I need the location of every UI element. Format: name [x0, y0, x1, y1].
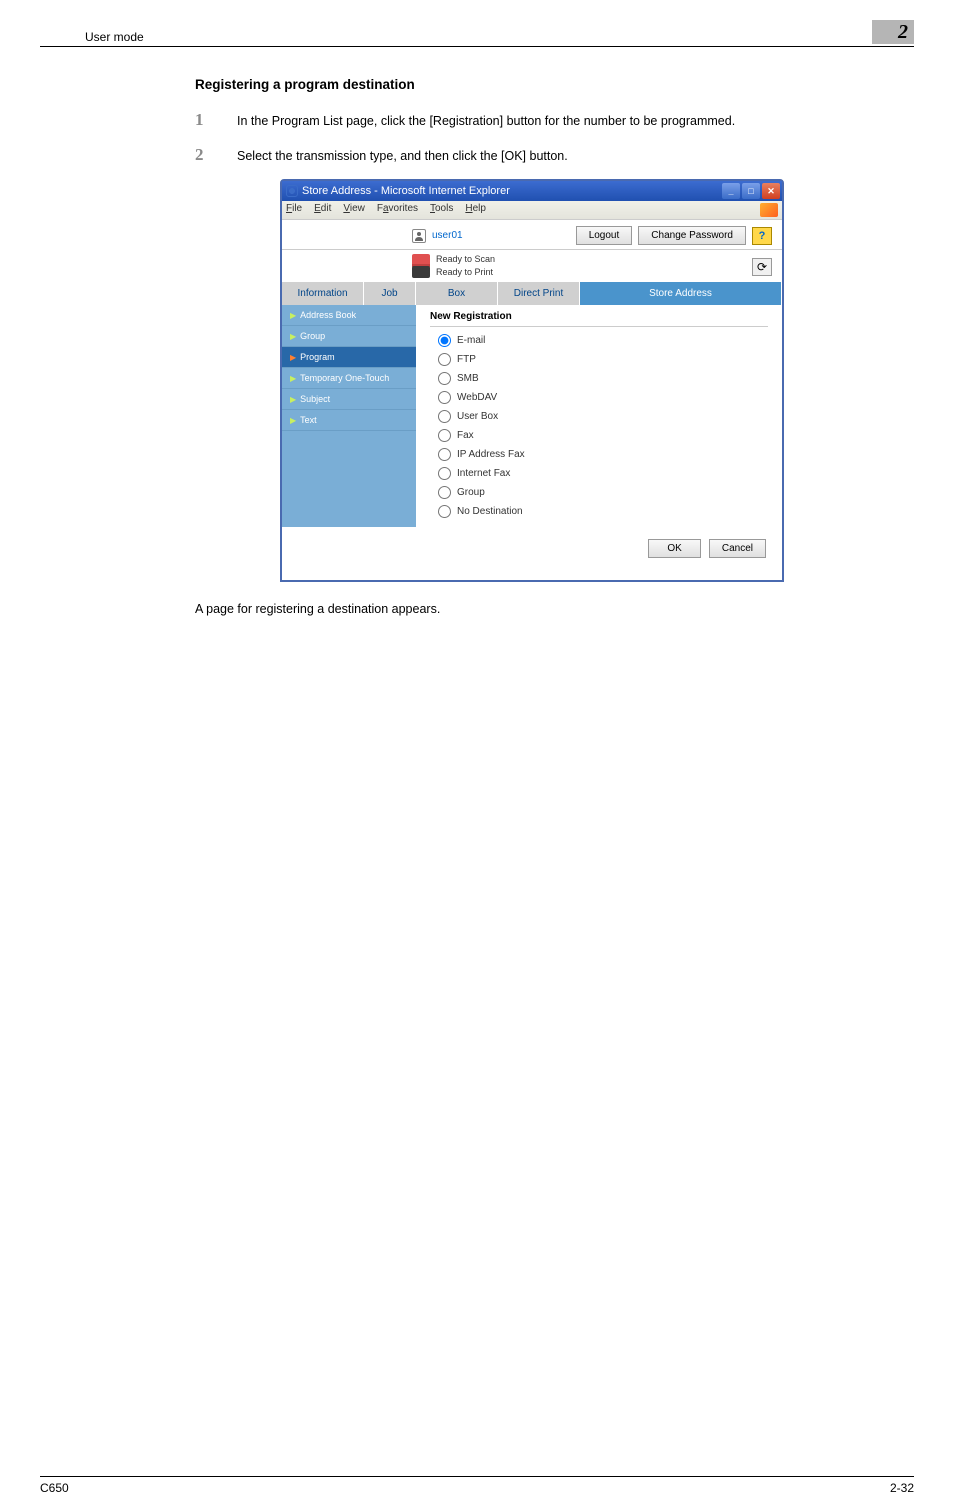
- printer-icon: [412, 266, 430, 278]
- chevron-right-icon: ▶: [290, 374, 296, 383]
- tab-box[interactable]: Box: [416, 282, 498, 305]
- radio-label: SMB: [457, 373, 479, 384]
- window-titlebar: Store Address - Microsoft Internet Explo…: [282, 181, 782, 201]
- result-text: A page for registering a destination app…: [195, 602, 869, 616]
- sidebar-item-label: Address Book: [300, 310, 356, 320]
- user-icon: [412, 229, 426, 243]
- sidebar-item-group[interactable]: ▶ Group: [282, 326, 416, 347]
- scanner-icon: [412, 254, 430, 264]
- minimize-button[interactable]: _: [722, 183, 740, 199]
- sidebar: ▶ Address Book ▶ Group ▶ Program ▶ Temporary…: [282, 305, 416, 527]
- radio-email[interactable]: E-mail: [430, 331, 768, 350]
- radio-label: No Destination: [457, 506, 523, 517]
- radio-internet-fax[interactable]: Internet Fax: [430, 464, 768, 483]
- sidebar-item-address-book[interactable]: ▶ Address Book: [282, 305, 416, 326]
- radio-label: Group: [457, 487, 485, 498]
- close-button[interactable]: ✕: [762, 183, 780, 199]
- step-text: In the Program List page, click the [Reg…: [237, 110, 735, 131]
- menu-favorites[interactable]: Favorites: [377, 203, 418, 217]
- radio-group[interactable]: Group: [430, 483, 768, 502]
- footer-page-number: 2-32: [890, 1481, 914, 1495]
- radio-label: User Box: [457, 411, 498, 422]
- chevron-right-icon: ▶: [290, 311, 296, 320]
- cancel-button[interactable]: Cancel: [709, 539, 766, 558]
- footer-model: C650: [40, 1481, 69, 1495]
- ie-icon: [286, 185, 298, 197]
- tab-job[interactable]: Job: [364, 282, 416, 305]
- menu-edit[interactable]: Edit: [314, 203, 331, 217]
- form-title: New Registration: [430, 311, 768, 327]
- status-print: Ready to Print: [436, 267, 493, 277]
- logout-button[interactable]: Logout: [576, 226, 633, 245]
- menu-file[interactable]: File: [286, 203, 302, 217]
- sidebar-item-label: Group: [300, 331, 325, 341]
- radio-ftp[interactable]: FTP: [430, 350, 768, 369]
- refresh-icon[interactable]: ⟳: [752, 258, 772, 276]
- radio-webdav[interactable]: WebDAV: [430, 388, 768, 407]
- sidebar-item-label: Text: [300, 415, 317, 425]
- tab-information[interactable]: Information: [282, 282, 364, 305]
- chevron-right-icon: ▶: [290, 395, 296, 404]
- tab-direct-print[interactable]: Direct Print: [498, 282, 580, 305]
- radio-userbox[interactable]: User Box: [430, 407, 768, 426]
- sidebar-item-text[interactable]: ▶ Text: [282, 410, 416, 431]
- step-number: 1: [195, 110, 237, 131]
- chevron-right-icon: ▶: [290, 332, 296, 341]
- sidebar-item-label: Subject: [300, 394, 330, 404]
- menu-help[interactable]: Help: [465, 203, 486, 217]
- user-name: user01: [432, 230, 463, 241]
- sidebar-item-program[interactable]: ▶ Program: [282, 347, 416, 368]
- ok-button[interactable]: OK: [648, 539, 700, 558]
- step-number: 2: [195, 145, 237, 166]
- radio-label: IP Address Fax: [457, 449, 525, 460]
- radio-fax[interactable]: Fax: [430, 426, 768, 445]
- chapter-number: 2: [872, 20, 914, 44]
- step-text: Select the transmission type, and then c…: [237, 145, 568, 166]
- sidebar-item-label: Temporary One-Touch: [300, 373, 389, 383]
- running-head: User mode: [40, 30, 144, 44]
- sidebar-item-temporary-one-touch[interactable]: ▶ Temporary One-Touch: [282, 368, 416, 389]
- radio-ip-address-fax[interactable]: IP Address Fax: [430, 445, 768, 464]
- section-heading: Registering a program destination: [195, 77, 869, 92]
- help-icon[interactable]: ?: [752, 227, 772, 245]
- chevron-right-icon: ▶: [290, 416, 296, 425]
- radio-no-destination[interactable]: No Destination: [430, 502, 768, 521]
- windows-logo-icon: [760, 203, 778, 217]
- chevron-right-icon: ▶: [290, 353, 296, 362]
- sidebar-item-label: Program: [300, 352, 335, 362]
- sidebar-item-subject[interactable]: ▶ Subject: [282, 389, 416, 410]
- radio-smb[interactable]: SMB: [430, 369, 768, 388]
- radio-label: E-mail: [457, 335, 485, 346]
- maximize-button[interactable]: □: [742, 183, 760, 199]
- menu-tools[interactable]: Tools: [430, 203, 453, 217]
- menu-view[interactable]: View: [343, 203, 365, 217]
- radio-label: Fax: [457, 430, 474, 441]
- radio-label: Internet Fax: [457, 468, 510, 479]
- change-password-button[interactable]: Change Password: [638, 226, 746, 245]
- radio-label: FTP: [457, 354, 476, 365]
- status-scan: Ready to Scan: [436, 254, 495, 264]
- radio-label: WebDAV: [457, 392, 497, 403]
- window-title: Store Address - Microsoft Internet Explo…: [302, 185, 510, 197]
- tab-store-address[interactable]: Store Address: [580, 282, 782, 305]
- browser-window: Store Address - Microsoft Internet Explo…: [280, 179, 784, 582]
